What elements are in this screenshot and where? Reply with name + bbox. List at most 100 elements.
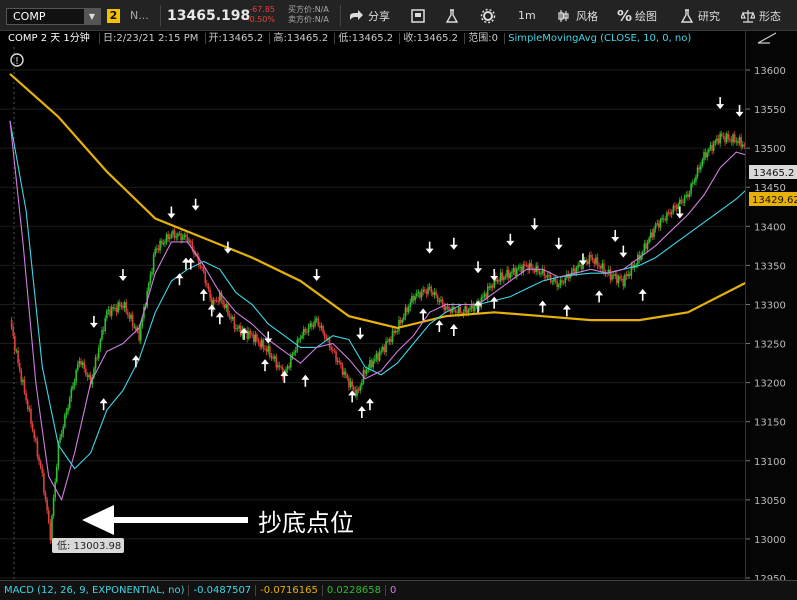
- candle-body: [333, 350, 336, 352]
- candle-body: [741, 144, 744, 147]
- candle-body: [435, 291, 437, 296]
- candle-body: [459, 307, 462, 313]
- last-price-marker: 13465.2: [749, 165, 797, 179]
- macd-diff: 0.0228658: [321, 585, 385, 596]
- candle-body: [659, 219, 662, 228]
- candle-body: [183, 234, 186, 238]
- candle-body: [712, 143, 715, 151]
- bar-low: 低:13465.2: [334, 33, 397, 44]
- candle-body: [669, 212, 671, 215]
- symbol-name: N...: [130, 9, 149, 22]
- candle-body: [679, 199, 681, 205]
- bid-label: 买方价:N/A: [288, 5, 329, 14]
- patterns-button[interactable]: 形态: [741, 0, 781, 31]
- macd-label: MACD (12, 26, 9, EXPONENTIAL, no): [4, 585, 185, 596]
- style-button[interactable]: 风格: [558, 0, 598, 31]
- candle-body: [425, 291, 428, 294]
- candle-body: [278, 365, 281, 367]
- studies-button[interactable]: 研究: [680, 0, 720, 31]
- candle-body: [28, 408, 31, 410]
- draw-button[interactable]: % 绘图: [617, 0, 657, 31]
- candle-body: [323, 332, 326, 339]
- price-tick-label: 13300: [754, 300, 786, 311]
- price-tick-label: 13150: [754, 418, 786, 429]
- candle-body: [662, 218, 665, 220]
- candle-body: [729, 138, 731, 140]
- price-chart[interactable]: ! 抄底点位 低: 13003.98: [0, 47, 745, 580]
- candle-body: [685, 194, 688, 197]
- candle-body: [10, 320, 13, 328]
- candle-body: [667, 212, 670, 214]
- buy-signal-arrow: [490, 296, 499, 309]
- candle-body: [601, 263, 604, 269]
- candle-body: [319, 325, 321, 328]
- candle-body: [264, 348, 266, 350]
- candle-body: [720, 133, 723, 137]
- candle-body: [270, 356, 273, 358]
- bottom-annotation-arrow: [82, 505, 248, 535]
- candle-body: [624, 274, 626, 287]
- candle-body: [590, 254, 592, 258]
- candle-body: [378, 351, 381, 361]
- candle-body: [465, 306, 468, 313]
- candle-body: [341, 364, 344, 375]
- candle-body: [35, 438, 37, 441]
- candle-body: [73, 381, 76, 387]
- candle-body: [159, 240, 161, 251]
- sell-signal-arrow: [474, 261, 483, 274]
- candle-body: [357, 389, 360, 391]
- ask-label: 卖方价:N/A: [288, 15, 329, 24]
- flask-button[interactable]: [445, 0, 459, 31]
- candle-body: [133, 326, 136, 328]
- buy-signal-arrow: [301, 374, 310, 387]
- candle-body: [302, 328, 305, 336]
- timeframe-button[interactable]: 1m: [518, 0, 536, 31]
- candle-body: [112, 307, 115, 309]
- candle-body: [412, 296, 415, 301]
- candle-body: [36, 440, 39, 457]
- candle-body: [674, 205, 676, 208]
- flag-button[interactable]: [410, 0, 426, 31]
- candle-body: [643, 243, 646, 253]
- candle-body: [432, 292, 434, 295]
- candle-body: [49, 522, 52, 541]
- candle-body: [693, 181, 696, 184]
- candle-body: [627, 273, 629, 277]
- candle-body: [23, 379, 26, 394]
- settings-button[interactable]: [480, 0, 496, 31]
- macd-study-bar[interactable]: MACD (12, 26, 9, EXPONENTIAL, no) -0.0487…: [0, 580, 797, 600]
- buy-signal-arrow: [280, 370, 289, 383]
- candle-body: [545, 276, 547, 278]
- study-label[interactable]: SimpleMovingAvg (CLOSE, 10, 0, no): [504, 33, 695, 44]
- candle-body: [691, 183, 694, 185]
- sell-signal-arrow: [191, 198, 200, 211]
- candle-body: [444, 306, 447, 310]
- price-axis[interactable]: 12950 13000 13050 13100 13150 13200 13250 13300…: [745, 31, 797, 585]
- toolbar: COMP ▼ 2 N... 13465.198 -67.85 -0.50% 买方…: [0, 0, 797, 31]
- candle-body: [394, 330, 397, 333]
- candle-body: [101, 330, 103, 340]
- share-button[interactable]: 分享: [348, 0, 390, 31]
- sell-signal-arrow: [578, 253, 587, 266]
- draw-tool-icon[interactable]: [757, 32, 777, 44]
- chart-title[interactable]: COMP 2 天 1分钟: [0, 33, 96, 44]
- candle-body: [730, 139, 733, 143]
- candle-body: [417, 292, 420, 294]
- candle-body: [727, 133, 730, 139]
- candle-body: [436, 295, 439, 302]
- symbol-selector[interactable]: COMP ▼: [6, 8, 101, 25]
- chevron-down-icon[interactable]: ▼: [84, 9, 100, 24]
- candle-body: [288, 366, 291, 368]
- flask-icon: [680, 8, 694, 23]
- link-badge[interactable]: 2: [107, 9, 120, 23]
- last-price-label: 13465.2: [753, 168, 794, 179]
- buy-signal-arrow: [595, 290, 604, 303]
- sell-signal-arrow: [167, 206, 176, 219]
- candle-body: [332, 349, 334, 351]
- candle-body: [172, 230, 174, 235]
- candle-body: [383, 346, 386, 353]
- candle-body: [259, 342, 261, 348]
- sell-signal-arrow: [530, 218, 539, 231]
- candle-body: [240, 325, 242, 336]
- candle-body: [515, 268, 518, 276]
